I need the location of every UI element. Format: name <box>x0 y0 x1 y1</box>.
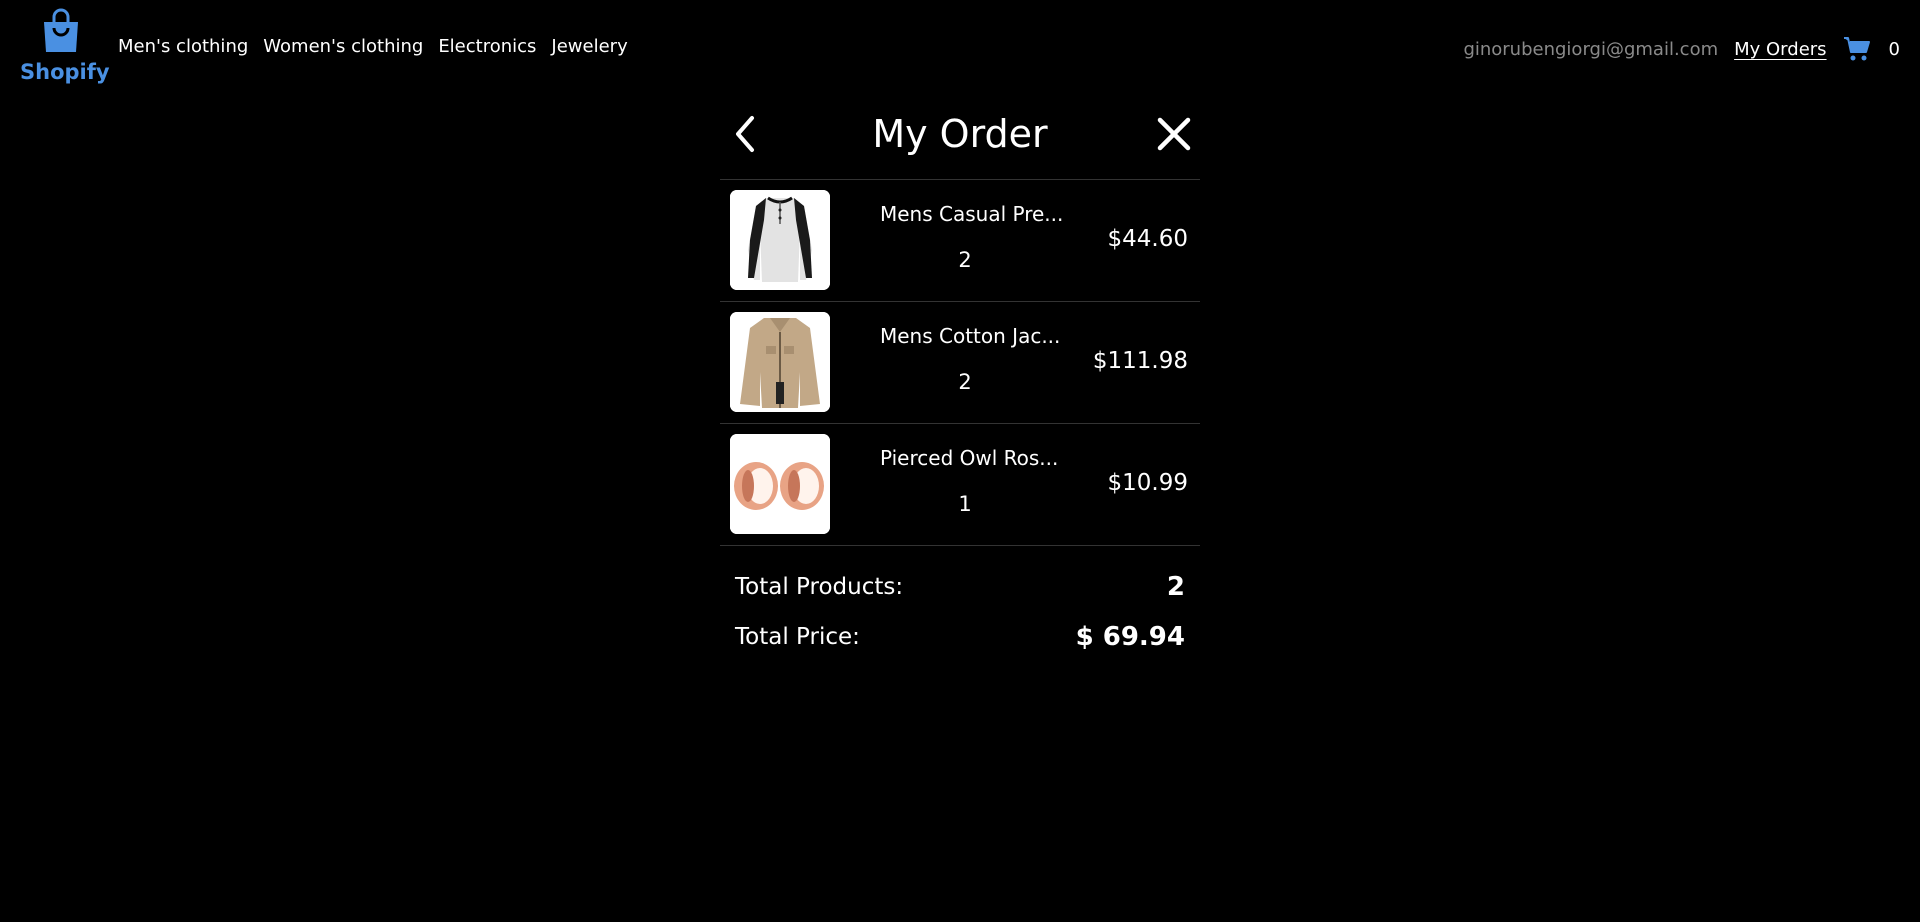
earrings-image <box>730 434 830 534</box>
item-quantity: 2 <box>958 370 972 394</box>
total-price-row: Total Price: $ 69.94 <box>735 612 1185 662</box>
total-price-value: $ 69.94 <box>1075 622 1185 652</box>
user-email: ginorubengiorgi@gmail.com <box>1463 38 1719 60</box>
jacket-image <box>730 312 830 412</box>
item-name: Mens Cotton Jac... <box>880 324 1061 348</box>
total-products-label: Total Products: <box>735 574 904 600</box>
my-orders-link[interactable]: My Orders <box>1734 39 1826 60</box>
item-name: Mens Casual Pre... <box>880 202 1064 226</box>
item-quantity: 2 <box>958 248 972 272</box>
nav-womens-clothing[interactable]: Women's clothing <box>263 36 423 57</box>
order-item: Mens Casual Pre... 2 $44.60 <box>720 180 1200 302</box>
cart-button[interactable]: 0 <box>1843 36 1900 62</box>
close-icon[interactable] <box>1156 116 1192 152</box>
nav-electronics[interactable]: Electronics <box>438 36 536 57</box>
order-item: Pierced Owl Ros... 1 $10.99 <box>720 424 1200 546</box>
cart-count: 0 <box>1888 38 1900 60</box>
shirt-image <box>730 190 830 290</box>
brand-logo[interactable]: Shopify <box>20 8 110 88</box>
total-price-label: Total Price: <box>735 624 860 650</box>
order-header: My Order <box>720 100 1200 180</box>
cart-icon <box>1843 37 1870 61</box>
order-totals: Total Products: 2 Total Price: $ 69.94 <box>720 546 1200 662</box>
total-products-value: 2 <box>1166 572 1185 602</box>
item-quantity: 1 <box>958 492 972 516</box>
item-name: Pierced Owl Ros... <box>880 446 1059 470</box>
item-price: $10.99 <box>1107 470 1188 496</box>
item-price: $111.98 <box>1092 348 1188 374</box>
my-order-panel: My Order Mens Casual Pre... 2 $44.60 Men… <box>720 100 1200 662</box>
brand-name: Shopify <box>20 60 110 84</box>
shopping-bag-icon <box>44 8 78 52</box>
nav-mens-clothing[interactable]: Men's clothing <box>118 36 248 57</box>
item-price: $44.60 <box>1107 226 1188 252</box>
top-navbar: Shopify Men's clothing Women's clothing … <box>0 0 1920 96</box>
category-nav: Men's clothing Women's clothing Electron… <box>118 36 628 57</box>
order-title: My Order <box>872 112 1048 156</box>
account-area: ginorubengiorgi@gmail.com My Orders 0 <box>1463 36 1900 62</box>
order-item: Mens Cotton Jac... 2 $111.98 <box>720 302 1200 424</box>
nav-jewelery[interactable]: Jewelery <box>551 36 627 57</box>
total-products-row: Total Products: 2 <box>735 562 1185 612</box>
